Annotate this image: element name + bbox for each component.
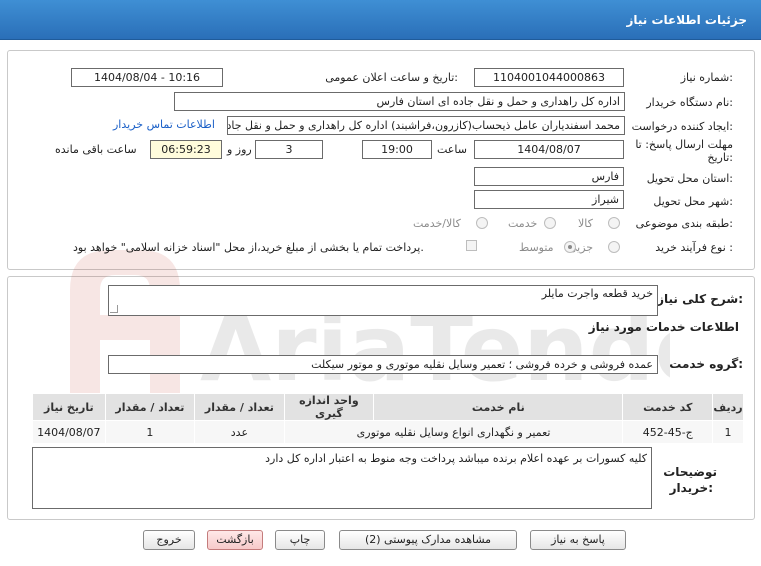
city-label: شهر محل تحویل: [653, 195, 733, 208]
reply-button[interactable]: پاسخ به نیاز [530, 530, 626, 550]
col-count: تعداد / مقدار [194, 393, 285, 421]
process-radio-minor[interactable] [608, 241, 620, 253]
col-service-name: نام خدمت [373, 393, 624, 421]
category-option-goods: کالا [578, 217, 593, 230]
days-field[interactable]: 3 [255, 140, 323, 159]
cell-service-code: ج-45-452 [622, 420, 714, 444]
payment-note: پرداخت تمام یا بخشی از مبلغ خرید،از محل … [73, 241, 424, 254]
notes-label-1: توضیحات [663, 465, 717, 479]
announce-label: تاریخ و ساعت اعلان عمومی: [325, 71, 458, 84]
service-group-label: گروه خدمت: [669, 357, 743, 371]
city-field[interactable]: شیراز [474, 190, 624, 209]
announce-datetime-field[interactable]: 1404/08/04 - 10:16 [71, 68, 223, 87]
exit-button[interactable]: خروج [143, 530, 195, 550]
category-radio-both[interactable] [476, 217, 488, 229]
category-option-service: خدمت [508, 217, 538, 230]
cell-row-number: 1 [712, 420, 744, 444]
province-label: استان محل تحویل: [646, 172, 733, 185]
resize-handle-icon[interactable] [110, 305, 118, 313]
col-need-date: تاریخ نیاز [32, 393, 106, 421]
need-number-field[interactable]: 1104001044000863 [474, 68, 624, 87]
services-section-title: اطلاعات خدمات مورد نیاز [588, 320, 739, 334]
notes-label-2: خریدار: [669, 481, 713, 495]
category-radio-goods[interactable] [608, 217, 620, 229]
time-label: ساعت [437, 143, 467, 156]
col-service-code: کد خدمت [622, 393, 714, 421]
service-group-field[interactable]: عمده فروشی و خرده فروشی ؛ تعمیر وسایل نق… [108, 355, 658, 374]
page-title: جزئیات اطلاعات نیاز [626, 13, 747, 27]
buyer-contact-link[interactable]: اطلاعات تماس خریدار [113, 118, 215, 131]
summary-label: شرح کلی نیاز: [657, 292, 743, 306]
col-quantity: تعداد / مقدار [104, 393, 196, 421]
cell-service-name: تعمیر و نگهداری انواع وسایل نقلیه موتوری [283, 420, 624, 444]
deadline-label: مهلت ارسال پاسخ: تا [635, 138, 733, 151]
category-option-both: کالا/خدمت [413, 217, 461, 230]
buyer-org-label: نام دستگاه خریدار: [646, 96, 733, 109]
cell-need-date: 1404/08/07 [32, 420, 106, 444]
col-row: ردیف [712, 393, 744, 421]
treasury-checkbox[interactable] [466, 240, 477, 251]
requester-field[interactable]: محمد اسفندیاران عامل ذیحساب(کازرون،فراشب… [227, 116, 625, 135]
need-number-label: شماره نیاز: [680, 71, 733, 84]
print-button[interactable]: چاپ [275, 530, 325, 550]
view-documents-button[interactable]: مشاهده مدارک پیوستی (2) [339, 530, 517, 550]
buyer-notes-field[interactable]: کلیه کسورات بر عهده اعلام برنده میباشد پ… [32, 447, 652, 509]
cell-quantity: 1 [104, 420, 196, 444]
process-radio-medium[interactable] [564, 241, 576, 253]
buyer-org-field[interactable]: اداره کل راهداری و حمل و نقل جاده ای است… [174, 92, 625, 111]
remaining-time-field: 06:59:23 [150, 140, 222, 159]
deadline-label-date: تاریخ: [707, 151, 733, 164]
days-label: روز و [227, 143, 252, 156]
deadline-time-field[interactable]: 19:00 [362, 140, 432, 159]
summary-field[interactable]: خرید قطعه واجرت مایلر [108, 285, 658, 316]
process-option-medium: متوسط [519, 241, 554, 254]
deadline-date-field[interactable]: 1404/08/07 [474, 140, 624, 159]
province-field[interactable]: فارس [474, 167, 624, 186]
category-radio-service[interactable] [544, 217, 556, 229]
page-header: جزئیات اطلاعات نیاز [0, 0, 761, 40]
category-label: طبقه بندی موضوعی: [635, 217, 733, 230]
process-label: نوع فرآیند خرید : [655, 241, 733, 254]
cell-unit: عدد [194, 420, 285, 444]
table-header-row: تاریخ نیاز تعداد / مقدار تعداد / مقدار و… [32, 393, 744, 421]
services-table: تاریخ نیاز تعداد / مقدار تعداد / مقدار و… [32, 393, 744, 444]
back-button[interactable]: بازگشت [207, 530, 263, 550]
table-row[interactable]: 1404/08/07 1 عدد تعمیر و نگهداری انواع و… [32, 420, 744, 444]
requester-label: ایجاد کننده درخواست: [631, 120, 733, 133]
remaining-label: ساعت باقی مانده [55, 143, 137, 156]
col-unit: واحد اندازه گیری [283, 393, 375, 421]
